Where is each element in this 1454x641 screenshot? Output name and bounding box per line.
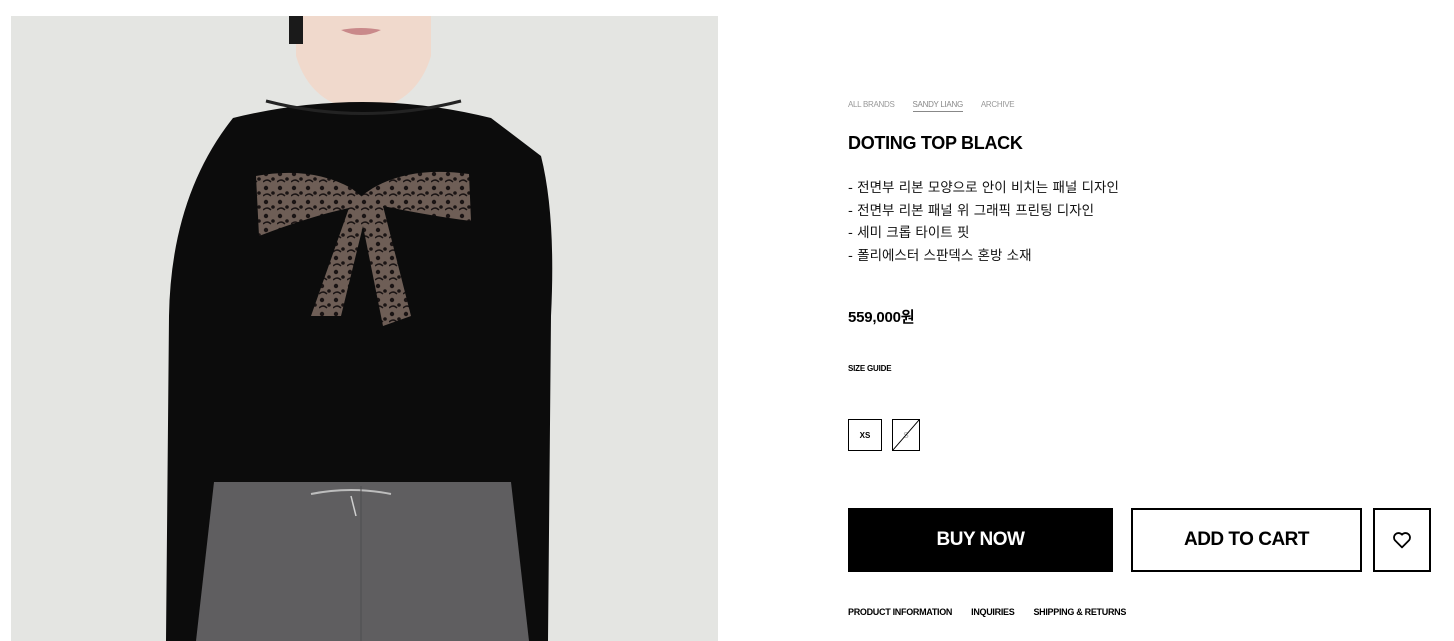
description-line: - 폴리에스터 스판덱스 혼방 소재	[848, 247, 1032, 264]
buy-now-button[interactable]: BUY NOW	[848, 508, 1113, 572]
breadcrumb-brand[interactable]: SANDY LIANG	[912, 100, 963, 112]
tab-inquiries[interactable]: INQUIRIES	[971, 607, 1015, 617]
product-tabs: PRODUCT INFORMATION INQUIRIES SHIPPING &…	[848, 607, 1126, 617]
breadcrumb-all-brands[interactable]: All BRANDS	[848, 100, 895, 112]
description-line: - 전면부 리본 패널 위 그래픽 프린팅 디자인	[848, 202, 1095, 219]
add-to-cart-button[interactable]: ADD TO CART	[1131, 508, 1362, 572]
product-image[interactable]	[11, 16, 718, 641]
breadcrumb: All BRANDS SANDY LIANG ARCHIVE	[848, 100, 1015, 112]
size-guide-link[interactable]: SIZE GUIDE	[848, 364, 892, 373]
product-description: - 전면부 리본 모양으로 안이 비치는 패널 디자인 - 전면부 리본 패널 …	[848, 177, 1119, 267]
product-title: DOTING TOP BLACK	[848, 133, 1023, 153]
description-line: - 전면부 리본 모양으로 안이 비치는 패널 디자인	[848, 180, 1119, 196]
wishlist-button[interactable]	[1373, 508, 1431, 572]
size-option-xs[interactable]: XS	[848, 419, 882, 451]
tab-product-information[interactable]: PRODUCT INFORMATION	[848, 607, 952, 617]
heart-icon	[1393, 532, 1411, 549]
tab-shipping-returns[interactable]: SHIPPING & RETURNS	[1033, 607, 1126, 617]
sold-out-strike-icon	[893, 420, 919, 450]
breadcrumb-archive[interactable]: ARCHIVE	[981, 100, 1015, 112]
size-option-s-soldout[interactable]: S	[892, 419, 920, 451]
product-photo-illustration	[11, 16, 718, 641]
description-line: - 세미 크롭 타이트 핏	[848, 225, 970, 241]
size-selector: XS S	[848, 419, 920, 451]
size-label: XS	[859, 430, 871, 440]
product-price: 559,000원	[848, 309, 915, 326]
